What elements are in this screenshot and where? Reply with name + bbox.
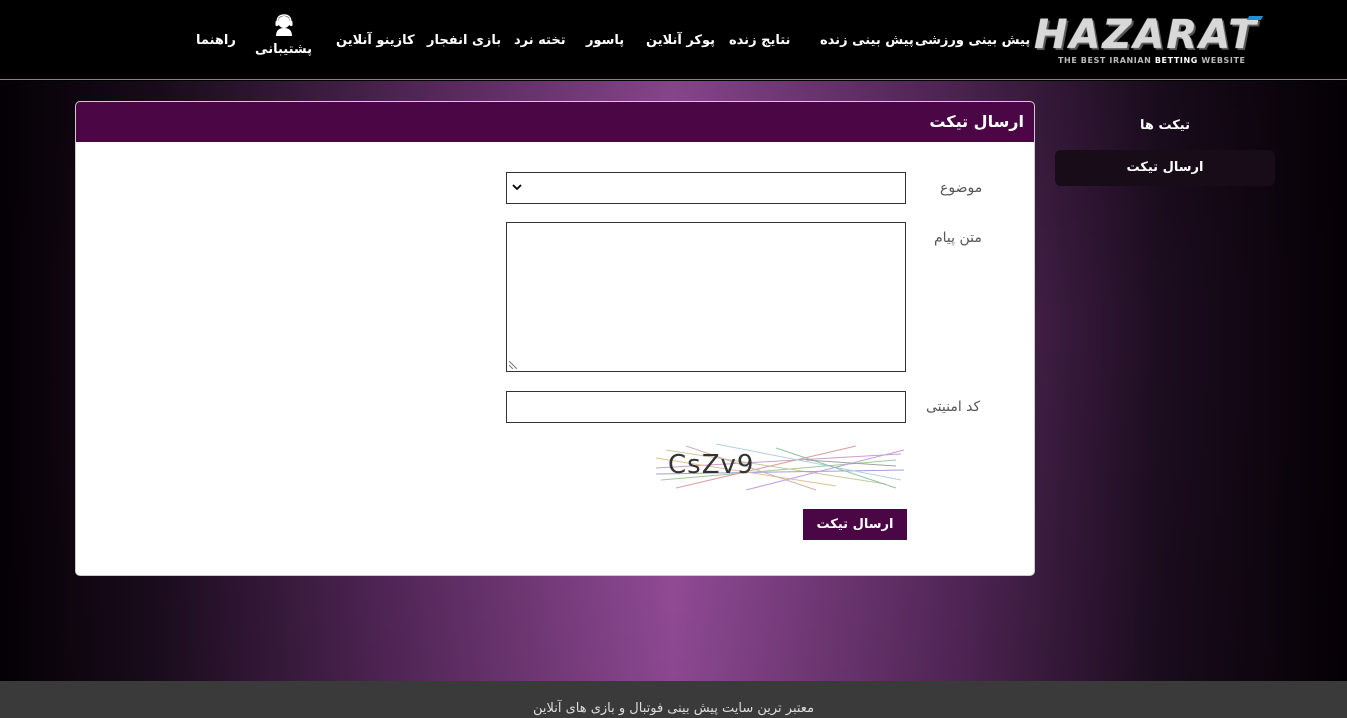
submit-ticket-button[interactable]: ارسال تیکت (803, 509, 907, 540)
logo-accent (1246, 16, 1264, 20)
resize-grip-icon[interactable] (509, 361, 517, 369)
subject-select[interactable] (506, 172, 906, 204)
nav-online-casino[interactable]: کازینو آنلاین (336, 33, 415, 48)
captcha-image[interactable]: CsZv9 (655, 440, 906, 492)
captcha-text: CsZv9 (668, 450, 755, 480)
nav-live-prediction[interactable]: پیش بینی زنده (820, 33, 914, 48)
chevron-down-icon (512, 184, 522, 191)
panel-title: ارسال تیکت (76, 102, 1034, 142)
site-logo[interactable]: HAZARAT THE BEST IRANIAN BETTING WEBSITE (1030, 10, 1270, 68)
nav-pasur[interactable]: پاسور (586, 33, 624, 48)
ticket-form-panel: ارسال تیکت موضوع متن پیام کد امنیتی CsZv… (75, 101, 1035, 576)
top-header: HAZARAT THE BEST IRANIAN BETTING WEBSITE… (0, 0, 1347, 80)
support-label: پشتیبانی (255, 42, 312, 57)
footer-text: معتبر ترین سایت پیش بینی فوتبال و بازی ه… (532, 701, 815, 716)
sidebar-title[interactable]: تیکت ها (1055, 118, 1275, 133)
footer: معتبر ترین سایت پیش بینی فوتبال و بازی ه… (0, 681, 1347, 718)
nav-crash-game[interactable]: بازی انفجار (427, 33, 501, 48)
nav-support[interactable]: پشتیبانی (255, 14, 312, 57)
captcha-input[interactable] (506, 391, 906, 423)
headset-icon (275, 14, 293, 36)
sidebar-item-send-ticket[interactable]: ارسال تیکت (1055, 150, 1275, 186)
message-label: متن پیام (934, 230, 982, 246)
nav-live-results[interactable]: نتایج زنده (729, 33, 790, 48)
logo-tagline: THE BEST IRANIAN BETTING WEBSITE (1058, 56, 1246, 65)
nav-sports-prediction[interactable]: پیش بینی ورزشی (915, 33, 1030, 48)
message-textarea[interactable] (506, 222, 906, 372)
nav-backgammon[interactable]: تخته نرد (514, 33, 566, 48)
nav-guide[interactable]: راهنما (196, 33, 236, 48)
logo-wordmark: HAZARAT (1034, 12, 1258, 58)
captcha-label: کد امنیتی (926, 399, 981, 415)
subject-label: موضوع (940, 180, 983, 196)
nav-online-poker[interactable]: پوکر آنلاین (646, 33, 715, 48)
